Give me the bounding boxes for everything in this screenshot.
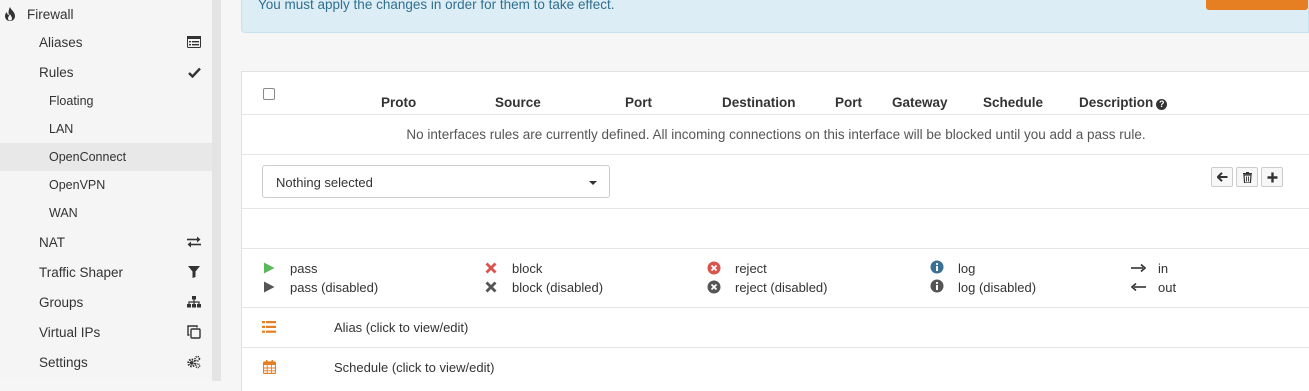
divider bbox=[242, 307, 1309, 308]
sidebar-item-openconnect[interactable]: OpenConnect bbox=[0, 143, 212, 171]
divider bbox=[242, 208, 1309, 209]
legend-pass: pass bbox=[290, 261, 318, 276]
calendar-icon bbox=[262, 360, 276, 374]
sidebar-item-traffic-shaper[interactable]: Traffic Shaper bbox=[0, 258, 212, 286]
col-gateway: Gateway bbox=[892, 95, 948, 110]
add-rule-button[interactable] bbox=[1261, 167, 1283, 187]
play-icon bbox=[262, 261, 276, 275]
col-source-port: Port bbox=[625, 95, 652, 110]
delete-selected-button[interactable] bbox=[1236, 167, 1258, 187]
legend-block-disabled: block (disabled) bbox=[512, 280, 604, 295]
legend-log-disabled: log (disabled) bbox=[958, 280, 1037, 295]
check-icon bbox=[187, 65, 201, 79]
times-circle-icon bbox=[707, 261, 721, 275]
caret-down-icon bbox=[589, 181, 597, 185]
alias-legend-link[interactable]: Alias (click to view/edit) bbox=[334, 320, 468, 335]
sidebar-item-label: Rules bbox=[39, 64, 74, 80]
rules-panel: Proto Source Port Destination Port Gatew… bbox=[241, 71, 1309, 391]
sitemap-icon bbox=[187, 295, 201, 309]
sidebar-item-openvpn[interactable]: OpenVPN bbox=[0, 171, 212, 199]
col-proto: Proto bbox=[381, 95, 417, 110]
alert-message: You must apply the changes in order for … bbox=[258, 0, 615, 12]
sidebar-item-aliases[interactable]: Aliases bbox=[0, 28, 212, 56]
select-all-checkbox[interactable] bbox=[263, 88, 275, 100]
col-source: Source bbox=[495, 95, 541, 110]
list-alt-icon bbox=[187, 35, 201, 49]
sidebar-item-nat[interactable]: NAT bbox=[0, 228, 212, 256]
info-circle-disabled-icon bbox=[930, 279, 944, 293]
legend-log: log bbox=[958, 261, 976, 276]
play-disabled-icon bbox=[262, 280, 276, 294]
arrow-left-icon bbox=[1216, 172, 1227, 182]
times-disabled-icon bbox=[484, 280, 498, 294]
sidebar-item-label: Traffic Shaper bbox=[39, 264, 124, 280]
legend-reject-disabled: reject (disabled) bbox=[735, 280, 828, 295]
sidebar-item-label: Aliases bbox=[39, 34, 83, 50]
sidebar-item-rules[interactable]: Rules bbox=[0, 58, 212, 86]
legend-reject: reject bbox=[735, 261, 767, 276]
col-description-label: Description bbox=[1079, 95, 1154, 110]
sidebar-item-floating[interactable]: Floating bbox=[0, 87, 212, 115]
sidebar: Firewall Aliases Rules Floating LAN Open… bbox=[0, 0, 212, 381]
sidebar-item-virtual-ips[interactable]: Virtual IPs bbox=[0, 318, 212, 346]
legend-out: out bbox=[1158, 280, 1177, 295]
legend-block: block bbox=[512, 261, 543, 276]
divider bbox=[242, 248, 1309, 249]
col-destination: Destination bbox=[722, 95, 796, 110]
sidebar-item-label: OpenConnect bbox=[49, 150, 127, 164]
list-icon bbox=[262, 320, 276, 334]
help-icon[interactable]: ? bbox=[1156, 99, 1168, 110]
divider bbox=[242, 114, 1309, 115]
col-schedule: Schedule bbox=[983, 95, 1044, 110]
sidebar-item-label: OpenVPN bbox=[49, 178, 106, 192]
apply-changes-button[interactable] bbox=[1206, 0, 1308, 10]
schedule-legend-link[interactable]: Schedule (click to view/edit) bbox=[334, 360, 494, 375]
sidebar-item-label: Groups bbox=[39, 294, 84, 310]
clone-icon bbox=[187, 325, 201, 339]
category-select[interactable]: Nothing selected bbox=[262, 165, 610, 198]
filter-icon bbox=[187, 265, 201, 279]
empty-rules-message: No interfaces rules are currently define… bbox=[406, 127, 1146, 142]
category-select-value: Nothing selected bbox=[276, 175, 373, 190]
sidebar-item-label: WAN bbox=[49, 206, 78, 220]
divider bbox=[242, 347, 1309, 348]
apply-changes-alert: You must apply the changes in order for … bbox=[241, 0, 1309, 33]
legend-pass-disabled: pass (disabled) bbox=[290, 280, 379, 295]
sidebar-item-label: Firewall bbox=[27, 6, 74, 22]
arrow-left-icon bbox=[1130, 280, 1146, 294]
times-icon bbox=[484, 261, 498, 275]
divider bbox=[242, 154, 1309, 155]
info-circle-icon bbox=[930, 260, 944, 274]
fire-icon bbox=[5, 7, 15, 21]
legend-in: in bbox=[1158, 261, 1169, 276]
cogs-icon bbox=[187, 355, 201, 369]
move-selected-button[interactable] bbox=[1211, 167, 1233, 187]
times-circle-disabled-icon bbox=[707, 280, 721, 294]
sidebar-item-label: LAN bbox=[49, 122, 74, 136]
sidebar-item-settings[interactable]: Settings bbox=[0, 348, 212, 376]
sidebar-item-label: Floating bbox=[49, 94, 94, 108]
trash-icon bbox=[1242, 171, 1252, 183]
sidebar-item-groups[interactable]: Groups bbox=[0, 288, 212, 316]
col-description: Description? bbox=[1079, 95, 1168, 110]
sidebar-item-label: NAT bbox=[39, 234, 65, 250]
col-destination-port: Port bbox=[835, 95, 862, 110]
arrow-right-icon bbox=[1130, 261, 1146, 275]
sidebar-item-wan[interactable]: WAN bbox=[0, 199, 212, 227]
plus-icon bbox=[1267, 172, 1277, 182]
exchange-icon bbox=[187, 235, 201, 249]
sidebar-item-label: Settings bbox=[39, 354, 88, 370]
sidebar-item-label: Virtual IPs bbox=[39, 324, 101, 340]
sidebar-item-firewall[interactable]: Firewall bbox=[0, 0, 212, 28]
sidebar-scrollbar[interactable] bbox=[212, 0, 221, 381]
sidebar-item-lan[interactable]: LAN bbox=[0, 115, 212, 143]
